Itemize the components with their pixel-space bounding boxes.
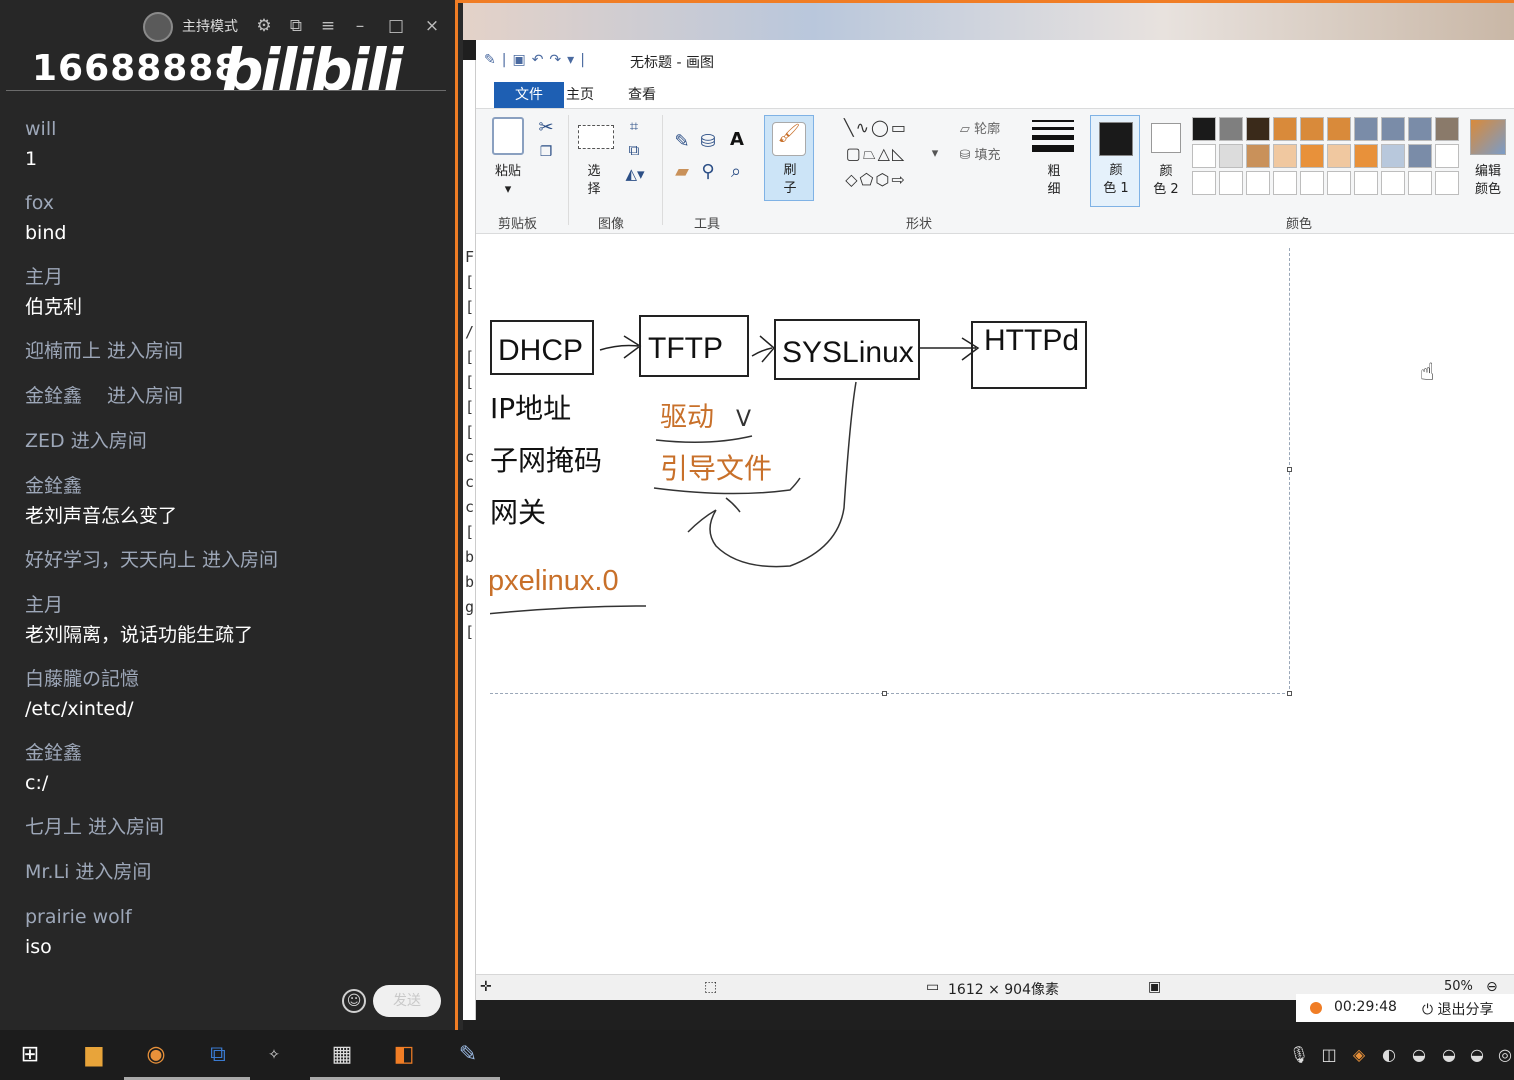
chat-message: 主月 伯克利 <box>25 262 445 336</box>
menu-icon[interactable]: ≡ <box>318 16 338 36</box>
header-divider <box>6 90 446 91</box>
qq-icon[interactable]: ◒ <box>1408 1044 1430 1066</box>
chat-username[interactable]: 迎楠而上 进入房间 <box>25 336 445 366</box>
paint-app-icon[interactable]: ✎ <box>436 1038 500 1080</box>
recording-dot-icon <box>1310 1002 1322 1014</box>
smiley-icon[interactable]: ☺ <box>342 989 366 1013</box>
meeting-app-icon[interactable]: ◧ <box>372 1038 436 1080</box>
chat-username[interactable]: 七月上 进入房间 <box>25 812 445 842</box>
chat-message-text: 老刘声音怎么变了 <box>25 505 178 527</box>
tray-app-icon[interactable]: ◎ <box>1494 1044 1514 1066</box>
chat-message-text: c:/ <box>25 772 49 794</box>
chat-message: 金銓鑫 进入房间 <box>25 381 445 426</box>
file-explorer-icon[interactable]: ▆ <box>76 1038 112 1072</box>
screen-share-border <box>455 0 1514 1030</box>
chat-message-text: 伯克利 <box>25 296 83 318</box>
taskbar: ⊞ ▆ ◉ ⧉ ✧ ▦ ◧ ✎ 🎙 ◫ ◈ ◐ ◒ ◒ ◒ ◎ <box>0 1030 1514 1080</box>
qq-icon[interactable]: ◒ <box>1438 1044 1460 1066</box>
browser-icon[interactable]: ◉ <box>124 1038 188 1080</box>
host-avatar[interactable] <box>143 12 173 42</box>
minimize-icon[interactable]: – <box>350 16 370 36</box>
chat-username[interactable]: 好好学习，天天向上 进入房间 <box>25 545 445 575</box>
chat-username[interactable]: 白藤朧の記憶 <box>25 664 445 694</box>
settings-icon[interactable]: ⚙ <box>254 16 274 36</box>
room-number: 16688888 <box>32 48 241 89</box>
chat-message-text: 老刘隔离，说话功能生疏了 <box>25 624 254 646</box>
close-icon[interactable]: × <box>422 16 442 36</box>
chat-username[interactable]: fox <box>25 188 445 218</box>
chat-message: 白藤朧の記憶/etc/xinted/ <box>25 664 445 738</box>
chat-username[interactable]: ZED 进入房间 <box>25 426 445 456</box>
chat-message: 好好学习，天天向上 进入房间 <box>25 545 445 590</box>
popout-icon[interactable]: ⧉ <box>286 16 306 36</box>
chat-message: fox bind <box>25 188 445 262</box>
host-mode-label[interactable]: 主持模式 <box>182 16 238 36</box>
chat-message: Mr.Li 进入房间 <box>25 857 445 902</box>
chat-message: ZED 进入房间 <box>25 426 445 471</box>
chat-message: 主月老刘隔离，说话功能生疏了 <box>25 590 445 664</box>
chat-message: 金銓鑫老刘声音怎么变了 <box>25 471 445 545</box>
maximize-icon[interactable]: □ <box>386 16 406 36</box>
screen-app-icon[interactable]: ▦ <box>310 1038 374 1080</box>
bilibili-logo: bilibili <box>222 36 403 104</box>
chat-username[interactable]: will <box>25 114 445 144</box>
chat-username[interactable]: 主月 <box>25 262 445 292</box>
chat-username[interactable]: 主月 <box>25 590 445 620</box>
app-icon[interactable]: ✧ <box>256 1038 292 1072</box>
chat-message: will 1 <box>25 114 445 188</box>
share-timer: 00:29:48 <box>1334 999 1397 1015</box>
message-list[interactable]: will 1 fox bind 主月 伯克利 迎楠而上 进入房间 金銓鑫 进入房间 ZED 进入… <box>25 114 445 976</box>
qq-icon[interactable]: ◒ <box>1466 1044 1488 1066</box>
chat-username[interactable]: 金銓鑫 <box>25 471 445 501</box>
chat-username[interactable]: Mr.Li 进入房间 <box>25 857 445 887</box>
chat-message-text: iso <box>25 936 52 958</box>
chat-message: 迎楠而上 进入房间 <box>25 336 445 381</box>
chat-message-text: 1 <box>25 148 38 170</box>
chat-message-text: bind <box>25 222 67 244</box>
chat-panel: 主持模式 ⚙ ⧉ ≡ – □ × 16688888 bilibili will 1… <box>0 0 455 1030</box>
exit-share-button[interactable]: ⏻ 退出分享 <box>1422 999 1494 1019</box>
chat-username[interactable]: 金銓鑫 进入房间 <box>25 381 445 411</box>
send-button[interactable]: 发送 <box>373 985 441 1017</box>
chat-header: 主持模式 ⚙ ⧉ ≡ – □ × 16688888 bilibili <box>0 0 455 104</box>
virtual-machine-icon[interactable]: ⧉ <box>186 1038 250 1080</box>
notification-icon[interactable]: ◫ <box>1318 1044 1340 1066</box>
chat-username[interactable]: prairie wolf <box>25 902 445 932</box>
chat-message-text: /etc/xinted/ <box>25 698 134 720</box>
share-control-bar: 00:29:48 ⏻ 退出分享 <box>1296 994 1514 1022</box>
chat-message: 金銓鑫 c:/ <box>25 738 445 812</box>
chat-username[interactable]: 金銓鑫 <box>25 738 445 768</box>
tray-app-icon[interactable]: ◈ <box>1348 1044 1370 1066</box>
hand-cursor-icon: ☝ <box>1420 358 1435 386</box>
chat-message: 七月上 进入房间 <box>25 812 445 857</box>
exit-share-label: 退出分享 <box>1437 1002 1494 1018</box>
tray-app-icon[interactable]: ◐ <box>1378 1044 1400 1066</box>
microphone-icon[interactable]: 🎙 <box>1288 1044 1310 1066</box>
windows-start-icon[interactable]: ⊞ <box>12 1038 48 1072</box>
chat-message: prairie wolf iso <box>25 902 445 976</box>
